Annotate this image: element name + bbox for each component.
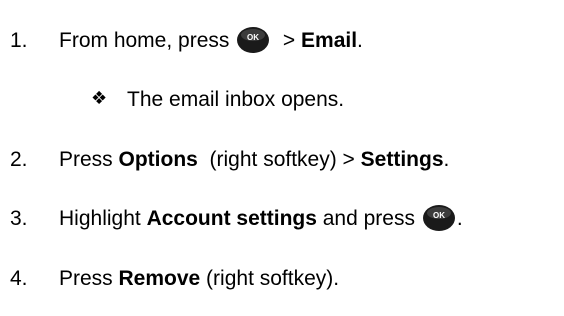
ok-button-icon: OK: [421, 204, 457, 234]
step-text-bold-2: Settings: [360, 148, 444, 171]
step-number: 2.: [10, 148, 28, 171]
step-text-bold: Remove: [118, 267, 201, 290]
step-text-bold: Email: [301, 29, 358, 52]
step-text: Press Options (right softkey) > Settings…: [59, 143, 449, 177]
diamond-bullet-icon: ❖: [91, 88, 108, 109]
step-text-end: .: [443, 148, 450, 171]
step-text-mid: and press: [316, 207, 415, 230]
step-4: 4. Press Remove (right softkey).: [10, 262, 339, 296]
step-2: 2. Press Options (right softkey) > Setti…: [10, 143, 449, 177]
step-text-post: >: [277, 29, 302, 52]
step-text-bold: Account settings: [146, 207, 317, 230]
step-number: 4.: [10, 267, 28, 290]
step-text: From home, press OK > Email.: [59, 24, 363, 58]
step-text-pre: Press: [59, 267, 119, 290]
ok-button-icon: OK: [235, 26, 271, 56]
step-text-bold: Options: [118, 148, 198, 171]
step-1: 1. From home, press OK > Email.: [10, 24, 363, 58]
step-text-pre: Highlight: [59, 207, 147, 230]
step-text-end: .: [456, 207, 463, 230]
step-3: 3. Highlight Account settings and press …: [10, 202, 463, 236]
step-1-result: ❖ The email inbox opens.: [91, 83, 344, 117]
svg-text:OK: OK: [433, 211, 445, 220]
step-text: Press Remove (right softkey).: [59, 262, 339, 296]
step-text-end: .: [357, 29, 363, 52]
svg-text:OK: OK: [247, 33, 259, 42]
step-text-end: (right softkey).: [200, 267, 340, 290]
step-text-pre: Press: [59, 148, 119, 171]
step-text-mid: (right softkey) >: [197, 148, 361, 171]
result-text: The email inbox opens.: [127, 88, 345, 111]
step-text: Highlight Account settings and press OK …: [59, 202, 463, 236]
step-number: 1.: [10, 29, 28, 52]
step-number: 3.: [10, 207, 28, 230]
step-text-pre: From home, press: [59, 29, 230, 52]
